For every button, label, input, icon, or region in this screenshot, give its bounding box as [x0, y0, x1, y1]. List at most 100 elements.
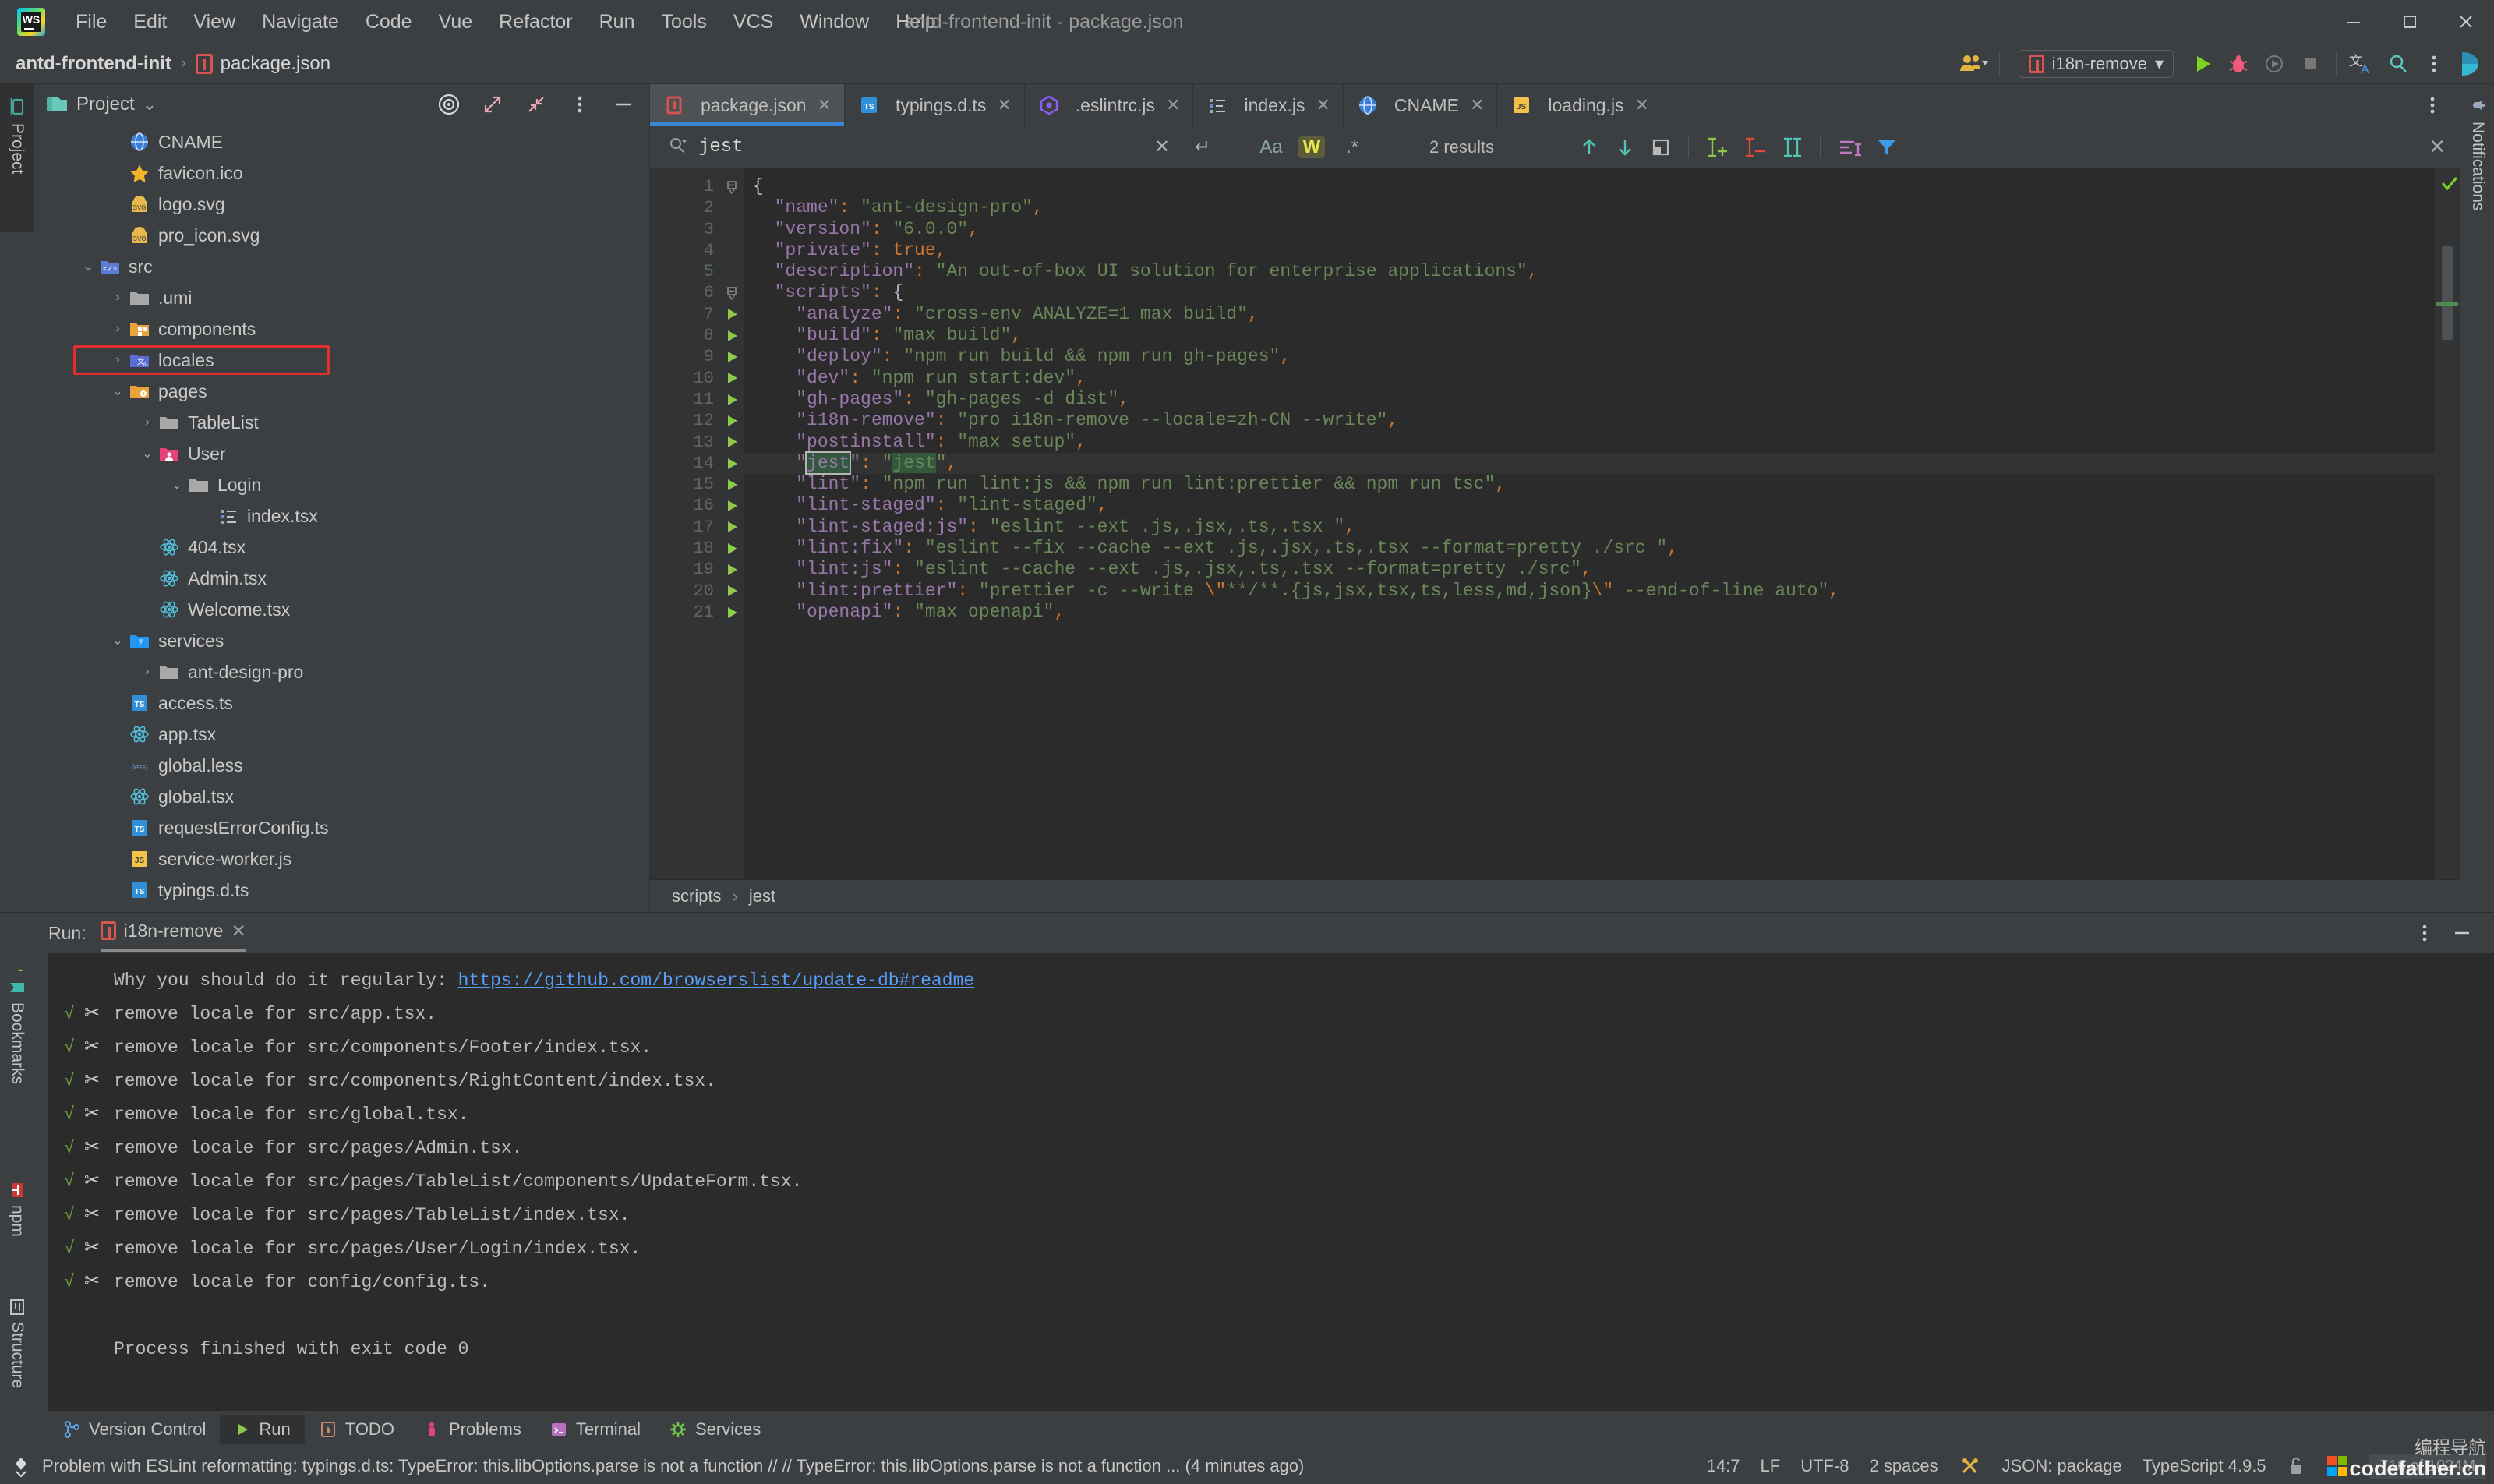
sidebar-item-bookmarks[interactable]: Bookmarks — [0, 979, 34, 1084]
json-schema[interactable]: JSON: package — [2002, 1456, 2122, 1476]
caret-position[interactable]: 14:7 — [1707, 1456, 1740, 1476]
menu-item-navigate[interactable]: Navigate — [249, 11, 352, 34]
locate-file-icon[interactable] — [431, 87, 467, 122]
editor-tab--eslintrc-js[interactable]: .eslintrc.js ✕ — [1025, 84, 1194, 126]
code-line[interactable]: "analyze": "cross-env ANALYZE=1 max buil… — [744, 304, 2435, 325]
find-input[interactable]: jest — [698, 136, 744, 157]
code-line[interactable]: "description": "An out-of-box UI solutio… — [744, 261, 2435, 282]
project-scope-chevron-icon[interactable]: ⌄ — [143, 94, 157, 115]
breadcrumb-file[interactable]: package.json — [221, 53, 330, 75]
share-users-icon[interactable] — [1955, 46, 1991, 82]
console-link[interactable]: https://github.com/browserslist/update-d… — [458, 964, 975, 998]
run-script-gutter-icon[interactable] — [720, 538, 744, 559]
code-line[interactable]: "private": true, — [744, 240, 2435, 261]
select-all-occurrences-icon[interactable] — [1836, 136, 1863, 159]
run-script-gutter-icon[interactable] — [720, 602, 744, 623]
editor-tab-close-icon[interactable]: ✕ — [1316, 95, 1330, 115]
editor-tab-close-icon[interactable]: ✕ — [997, 95, 1011, 115]
tree-item-pro-icon-svg[interactable]: SVG pro_icon.svg — [34, 220, 649, 251]
code-line[interactable]: "version": "6.0.0", — [744, 219, 2435, 240]
tool-window-button-run[interactable]: Run — [220, 1415, 305, 1444]
run-script-gutter-icon[interactable] — [720, 432, 744, 453]
run-script-gutter-icon[interactable] — [720, 410, 744, 431]
close-button[interactable] — [2438, 0, 2494, 44]
code-line[interactable]: "gh-pages": "gh-pages -d dist", — [744, 389, 2435, 410]
run-script-gutter-icon[interactable] — [720, 581, 744, 602]
add-selection-icon[interactable] — [1704, 136, 1729, 159]
code-line[interactable]: "lint-staged": "lint-staged", — [744, 495, 2435, 516]
tree-item-global-tsx[interactable]: global.tsx — [34, 781, 649, 812]
editor-tab-close-icon[interactable]: ✕ — [818, 95, 832, 115]
run-configuration-selector[interactable]: i18n-remove ▾ — [2018, 50, 2174, 78]
code-line[interactable]: "lint:prettier": "prettier -c --write \"… — [744, 581, 2435, 602]
code-minimap-gutter[interactable] — [2435, 168, 2460, 879]
tree-expand-arrow-icon[interactable]: ⌄ — [167, 477, 187, 493]
code-line[interactable]: "name": "ant-design-pro", — [744, 197, 2435, 218]
tree-item-service-worker-js[interactable]: JS service-worker.js — [34, 843, 649, 874]
code-line[interactable]: { — [744, 176, 2435, 197]
run-script-gutter-icon[interactable] — [720, 517, 744, 538]
tree-item-login[interactable]: ⌄ Login — [34, 469, 649, 500]
tree-expand-arrow-icon[interactable]: ⌄ — [78, 259, 98, 274]
code-line[interactable]: "dev": "npm run start:dev", — [744, 368, 2435, 389]
menu-item-vcs[interactable]: VCS — [720, 11, 786, 34]
typescript-version[interactable]: TypeScript 4.9.5 — [2143, 1456, 2266, 1476]
editor-tab-close-icon[interactable]: ✕ — [1470, 95, 1484, 115]
tree-item-global-less[interactable]: {less} global.less — [34, 750, 649, 781]
stop-button[interactable] — [2292, 46, 2328, 82]
tree-expand-arrow-icon[interactable]: › — [108, 322, 128, 336]
source-code[interactable]: { "name": "ant-design-pro", "version": "… — [744, 168, 2435, 879]
tool-window-button-todo[interactable]: TODO — [305, 1415, 408, 1444]
words-toggle[interactable]: W — [1298, 136, 1325, 158]
minimize-button[interactable] — [2326, 0, 2382, 44]
run-script-gutter-icon[interactable] — [720, 325, 744, 346]
tool-window-button-terminal[interactable]: Terminal — [535, 1415, 655, 1444]
regex-toggle[interactable]: .* — [1339, 136, 1365, 158]
code-breadcrumb-scripts[interactable]: scripts — [672, 886, 722, 906]
run-script-gutter-icon[interactable] — [720, 495, 744, 516]
find-in-selection-icon[interactable] — [1649, 136, 1673, 159]
lock-icon[interactable] — [2287, 1455, 2305, 1477]
menu-item-edit[interactable]: Edit — [120, 11, 180, 34]
sidebar-item-npm[interactable]: npm — [0, 1182, 34, 1237]
tree-item-services[interactable]: ⌄ Σservices — [34, 625, 649, 656]
menu-item-view[interactable]: View — [180, 11, 249, 34]
editor-tab-close-icon[interactable]: ✕ — [1166, 95, 1180, 115]
sidebar-item-project[interactable]: Project — [0, 84, 34, 232]
menu-item-vue[interactable]: Vue — [426, 11, 486, 34]
tree-item-404-tsx[interactable]: 404.tsx — [34, 532, 649, 563]
project-file-tree[interactable]: CNAME favicon.ico SVG logo.svg SVG pro_icon.s… — [34, 125, 649, 912]
editor-tab-cname[interactable]: CNAME ✕ — [1344, 84, 1498, 126]
code-line[interactable]: "openapi": "max openapi", — [744, 602, 2435, 623]
status-message-icon[interactable] — [11, 1454, 31, 1478]
status-message[interactable]: Problem with ESLint reformatting: typing… — [42, 1456, 1304, 1476]
tree-item-access-ts[interactable]: TS access.ts — [34, 687, 649, 719]
find-newline-icon[interactable]: ↵ — [1189, 136, 1216, 158]
editor-options-icon[interactable] — [2415, 87, 2450, 123]
file-encoding[interactable]: UTF-8 — [1800, 1456, 1849, 1476]
tree-item-src[interactable]: ⌄ </> src — [34, 251, 649, 282]
code-line[interactable]: "i18n-remove": "pro i18n-remove --locale… — [744, 410, 2435, 431]
tree-expand-arrow-icon[interactable]: ⌄ — [108, 383, 128, 399]
tree-expand-arrow-icon[interactable]: › — [108, 291, 128, 305]
console-output[interactable]: Why you should do it regularly: https://… — [48, 953, 2494, 1411]
tool-window-button-version-control[interactable]: Version Control — [48, 1415, 220, 1444]
tree-expand-arrow-icon[interactable]: › — [137, 415, 157, 429]
code-line[interactable]: "lint": "npm run lint:js && npm run lint… — [744, 474, 2435, 495]
tree-item-user[interactable]: ⌄ User — [34, 438, 649, 469]
tree-item-locales[interactable]: › 文 Alocales — [34, 344, 649, 376]
tool-window-button-services[interactable]: Services — [655, 1415, 775, 1444]
run-script-gutter-icon[interactable] — [720, 389, 744, 410]
tree-item-favicon-ico[interactable]: favicon.ico — [34, 157, 649, 189]
code-line[interactable]: "lint-staged:js": "eslint --ext .js,.jsx… — [744, 517, 2435, 538]
menu-item-refactor[interactable]: Refactor — [486, 11, 585, 34]
find-prev-icon[interactable] — [1577, 136, 1601, 159]
multiple-cursors-icon[interactable] — [1779, 136, 1804, 159]
sidebar-item-notifications[interactable]: Notifications — [2460, 84, 2494, 318]
breadcrumb-project[interactable]: antd-frontend-init — [16, 53, 171, 75]
find-next-icon[interactable] — [1613, 136, 1637, 159]
tree-item-app-tsx[interactable]: app.tsx — [34, 719, 649, 750]
line-separator[interactable]: LF — [1761, 1456, 1781, 1476]
run-script-gutter-icon[interactable] — [720, 453, 744, 474]
maximize-button[interactable] — [2382, 0, 2438, 44]
